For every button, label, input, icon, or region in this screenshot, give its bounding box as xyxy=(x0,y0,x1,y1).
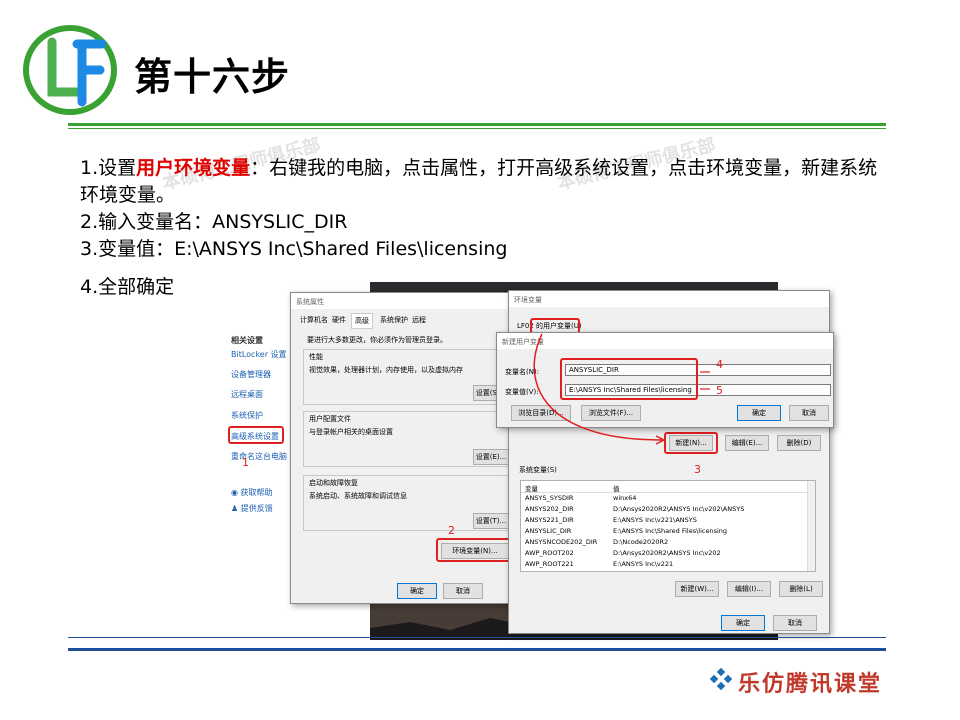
user-delete-button[interactable]: 删除(D) xyxy=(777,435,821,451)
tab-advanced[interactable]: 高级 xyxy=(351,313,373,329)
brand-name: 乐仿腾讯课堂 xyxy=(738,671,883,697)
cancel-button[interactable]: 取消 xyxy=(443,583,483,599)
feedback-link[interactable]: ♟ 提供反馈 xyxy=(231,503,273,514)
brand-diamond-icon xyxy=(710,668,732,690)
table-header: 变量 值 xyxy=(521,483,809,493)
table-row[interactable]: AWP_ROOT221 E:\ANSYS Inc\v221 xyxy=(521,560,809,570)
table-row[interactable]: ANSYSLIC_DIR E:\ANSYS Inc\Shared Files\li… xyxy=(521,527,809,537)
steps-text: 1.设置用户环境变量：右键我的电脑，点击属性，打开高级系统设置，点击环境变量，新… xyxy=(80,155,900,263)
step3: 3.变量值：E:\ANSYS Inc\Shared Files\licensin… xyxy=(80,238,508,260)
env-cancel-button[interactable]: 取消 xyxy=(773,615,817,631)
table-row[interactable]: AWP_ROOT202 D:\Ansys2020R2\ANSYS Inc\v202 xyxy=(521,549,809,559)
annotation-4: 4 xyxy=(716,358,723,371)
annotation-5: 5 xyxy=(716,384,723,397)
startup-desc: 系统启动、系统故障和调试信息 xyxy=(309,492,407,500)
help-link[interactable]: ◉ 获取帮助 xyxy=(231,487,273,498)
table-row[interactable]: ANSYS202_DIR D:\Ansys2020R2\ANSYS Inc\v20… xyxy=(521,505,809,515)
system-variables-table: 变量 值 ANSYS_SYSDIR winx64 ANSYS202_DIR D:\A… xyxy=(520,480,816,572)
highlight-box-advanced xyxy=(228,426,284,444)
sys-edit-button[interactable]: 编辑(I)... xyxy=(727,581,771,597)
table-row[interactable]: ANSYS_SYSDIR winx64 xyxy=(521,494,809,504)
related-heading: 相关设置 xyxy=(231,336,263,345)
header-divider-thin xyxy=(68,128,886,129)
system-protection-link[interactable]: 系统保护 xyxy=(231,410,263,421)
annotation-2: 2 xyxy=(448,524,455,537)
tab-hardware[interactable]: 硬件 xyxy=(329,313,349,327)
user-edit-button[interactable]: 编辑(E)... xyxy=(725,435,769,451)
sys-delete-button[interactable]: 删除(L) xyxy=(779,581,823,597)
rename-pc-link[interactable]: 重命名这台电脑 xyxy=(231,451,287,462)
related-settings-panel: 相关设置 BitLocker 设置 设备管理器 远程桌面 系统保护 高级系统设置… xyxy=(224,325,294,525)
device-manager-link[interactable]: 设备管理器 xyxy=(231,369,271,380)
startup-settings-button[interactable]: 设置(T)... xyxy=(473,513,509,529)
step1-highlight: 用户环境变量 xyxy=(136,157,251,179)
dialog-ok-button[interactable]: 确定 xyxy=(737,405,781,421)
feedback-icon: ♟ xyxy=(231,504,241,513)
annotation-3: 3 xyxy=(694,463,701,476)
tab-computer-name[interactable]: 计算机名 xyxy=(297,313,331,327)
env-window-title: 环境变量 xyxy=(509,291,829,307)
table-row[interactable]: ANSYSNCODE202_DIR D:\Ncode2020R2 xyxy=(521,538,809,548)
step2: 2.输入变量名：ANSYSLIC_DIR xyxy=(80,211,348,233)
col-value: 值 xyxy=(613,485,620,493)
variable-value-label: 变量值(V): xyxy=(505,388,539,396)
perf-title: 性能 xyxy=(309,353,323,361)
profile-title: 用户配置文件 xyxy=(309,415,351,423)
table-scrollbar[interactable] xyxy=(807,481,815,571)
remote-desktop-link[interactable]: 远程桌面 xyxy=(231,389,263,400)
perf-desc: 视觉效果，处理器计划，内存使用，以及虚拟内存 xyxy=(309,366,463,374)
table-row[interactable]: ANSYS221_DIR E:\ANSYS Inc\v221\ANSYS xyxy=(521,516,809,526)
footer-divider xyxy=(68,648,886,651)
profile-desc: 与登录帐户相关的桌面设置 xyxy=(309,428,393,436)
highlight-box-new-button xyxy=(664,432,718,454)
header-divider xyxy=(68,123,886,126)
page-title: 第十六步 xyxy=(134,55,291,99)
highlight-box-env-button xyxy=(436,538,514,562)
tab-remote[interactable]: 远程 xyxy=(409,313,429,327)
browse-file-button[interactable]: 浏览文件(F)... xyxy=(581,405,641,421)
dialog-cancel-button[interactable]: 取消 xyxy=(789,405,829,421)
admin-note: 要进行大多数更改，你必须作为管理员登录。 xyxy=(307,336,447,344)
lf-logo xyxy=(23,25,117,115)
window-title: 系统属性 xyxy=(291,293,515,309)
highlight-box-inputs xyxy=(560,358,698,400)
browse-directory-button[interactable]: 浏览目录(D)... xyxy=(511,405,571,421)
step4: 4.全部确定 xyxy=(80,276,175,298)
step1-prefix: 1.设置 xyxy=(80,157,137,179)
env-ok-button[interactable]: 确定 xyxy=(721,615,765,631)
variable-name-label: 变量名(N): xyxy=(505,368,540,376)
help-icon: ◉ xyxy=(231,488,241,497)
profile-settings-button[interactable]: 设置(E)... xyxy=(473,449,509,465)
startup-title: 启动和故障恢复 xyxy=(309,479,358,487)
annotation-1: 1 xyxy=(242,456,249,469)
system-vars-label: 系统变量(S) xyxy=(519,466,557,474)
dialog-title: 新建用户变量 xyxy=(497,333,833,349)
footer-divider-thin xyxy=(68,637,886,638)
bitlocker-link[interactable]: BitLocker 设置 xyxy=(231,349,287,360)
ok-button[interactable]: 确定 xyxy=(397,583,437,599)
sys-new-button[interactable]: 新建(W)... xyxy=(675,581,719,597)
tab-system-protection[interactable]: 系统保护 xyxy=(377,313,411,327)
col-variable: 变量 xyxy=(525,485,538,493)
